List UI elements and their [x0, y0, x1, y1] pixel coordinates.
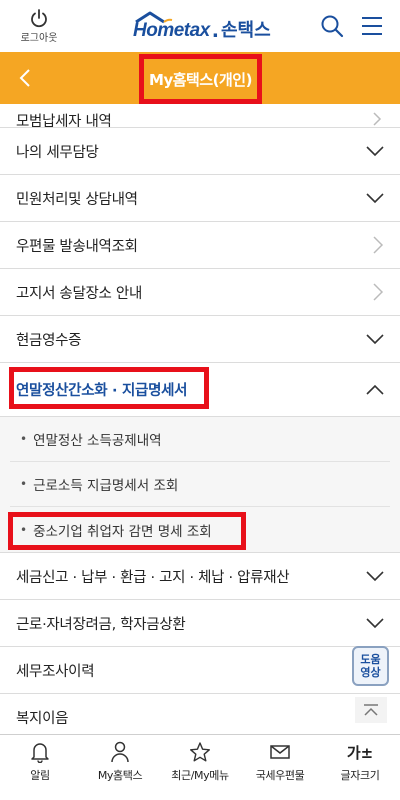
menu-item-label: 세금신고 · 납부 · 환급 · 고지 · 체납 · 압류재산: [16, 569, 290, 586]
submenu-item-label: 연말정산 소득공제내역: [33, 433, 162, 449]
menu-item-model-taxpayer[interactable]: 모범납세자 내역: [0, 104, 400, 128]
menu-item-label: 모범납세자 내역: [16, 114, 112, 128]
chevron-down-icon: [366, 193, 384, 204]
page-title-highlight: My홈택스(개인): [139, 54, 262, 104]
chevron-up-icon: [366, 384, 384, 395]
submenu-item-sme-reduction[interactable]: • 중소기업 취업자 감면 명세 조회: [8, 507, 390, 552]
hamburger-menu-icon: [362, 17, 382, 35]
nav-recent-menu[interactable]: 최근/My메뉴: [160, 735, 240, 800]
menu-item-tax-audit[interactable]: 세무조사이력: [0, 647, 400, 694]
menu-item-tax-officer[interactable]: 나의 세무담당: [0, 128, 400, 175]
chevron-right-icon: [373, 283, 384, 301]
menu-item-incentives[interactable]: 근로·자녀장려금, 학자금상환: [0, 600, 400, 647]
menu-item-label: 우편물 발송내역조회: [16, 238, 138, 255]
help-video-button[interactable]: 도움 영상: [352, 646, 389, 686]
chevron-left-icon: [19, 69, 30, 87]
help-video-label-1: 도움: [360, 653, 381, 666]
top-header: 로그아웃 Hometax . 손택스: [0, 0, 400, 52]
bell-icon: [31, 743, 49, 763]
menu-list: 모범납세자 내역 나의 세무담당 민원처리및 상담내역 우편물 발송내역조회 고…: [0, 104, 400, 741]
search-icon: [321, 15, 344, 38]
search-button[interactable]: [320, 14, 344, 42]
help-video-label-2: 영상: [360, 666, 381, 679]
star-icon: [190, 742, 210, 762]
chevron-down-icon: [366, 334, 384, 345]
menu-item-year-end-settlement[interactable]: 연말정산간소화 · 지급명세서: [0, 363, 400, 417]
nav-font-size[interactable]: 가± 글자크기: [320, 735, 400, 800]
menu-item-civil-petitions[interactable]: 민원처리및 상담내역: [0, 175, 400, 222]
font-size-icon: 가±: [346, 743, 374, 762]
chevron-down-icon: [366, 571, 384, 582]
menu-item-tax-filing[interactable]: 세금신고 · 납부 · 환급 · 고지 · 체납 · 압류재산: [0, 553, 400, 600]
scroll-top-icon: [364, 704, 378, 716]
logo-roof-icon: [135, 11, 173, 24]
nav-tax-mail[interactable]: 국세우편물: [240, 735, 320, 800]
menu-item-label: 복지이음: [16, 710, 69, 727]
logo-separator: .: [211, 20, 219, 42]
hamburger-menu-button[interactable]: [360, 14, 384, 42]
nav-label: My홈택스: [97, 769, 143, 782]
highlight-box: [8, 512, 246, 550]
logout-button[interactable]: 로그아웃: [14, 8, 64, 44]
bullet: •: [20, 477, 28, 491]
nav-label: 국세우편물: [255, 769, 305, 782]
envelope-icon: [270, 745, 290, 759]
menu-item-label: 근로·자녀장려금, 학자금상환: [16, 616, 186, 633]
menu-item-label: 나의 세무담당: [16, 144, 99, 161]
highlight-box: [9, 367, 209, 409]
logout-label: 로그아웃: [20, 33, 58, 44]
chevron-right-icon: [373, 112, 382, 126]
submenu: • 연말정산 소득공제내역 • 근로소득 지급명세서 조회 • 중소기업 취업자…: [0, 417, 400, 553]
submenu-item-payment-statement[interactable]: • 근로소득 지급명세서 조회: [10, 462, 390, 507]
menu-item-notice-delivery[interactable]: 고지서 송달장소 안내: [0, 269, 400, 316]
menu-item-label: 세무조사이력: [16, 663, 95, 680]
chevron-right-icon: [373, 236, 384, 254]
chevron-down-icon: [366, 146, 384, 157]
nav-label: 글자크기: [340, 769, 380, 782]
menu-item-cash-receipt[interactable]: 현금영수증: [0, 316, 400, 363]
page-title: My홈택스(개인): [149, 70, 252, 89]
nav-label: 알림: [30, 769, 50, 782]
person-icon: [111, 741, 129, 763]
menu-item-label: 고지서 송달장소 안내: [16, 285, 142, 302]
submenu-item-deduction-details[interactable]: • 연말정산 소득공제내역: [10, 417, 390, 462]
nav-my-hometax[interactable]: My홈택스: [80, 735, 160, 800]
submenu-item-label: 근로소득 지급명세서 조회: [33, 478, 179, 494]
menu-item-mail-history[interactable]: 우편물 발송내역조회: [0, 222, 400, 269]
nav-alerts[interactable]: 알림: [0, 735, 80, 800]
bullet: •: [20, 432, 28, 446]
nav-label: 최근/My메뉴: [171, 769, 229, 782]
chevron-down-icon: [366, 618, 384, 629]
back-button[interactable]: [14, 66, 38, 90]
logo-sontax-text: 손택스: [220, 20, 271, 41]
menu-item-label: 민원처리및 상담내역: [16, 191, 138, 208]
bottom-nav: 알림 My홈택스 최근/My메뉴 국세우편물 가± 글자크기: [0, 734, 400, 800]
power-icon: [31, 9, 47, 28]
scroll-top-button[interactable]: [355, 697, 387, 723]
menu-item-label: 현금영수증: [16, 332, 82, 349]
